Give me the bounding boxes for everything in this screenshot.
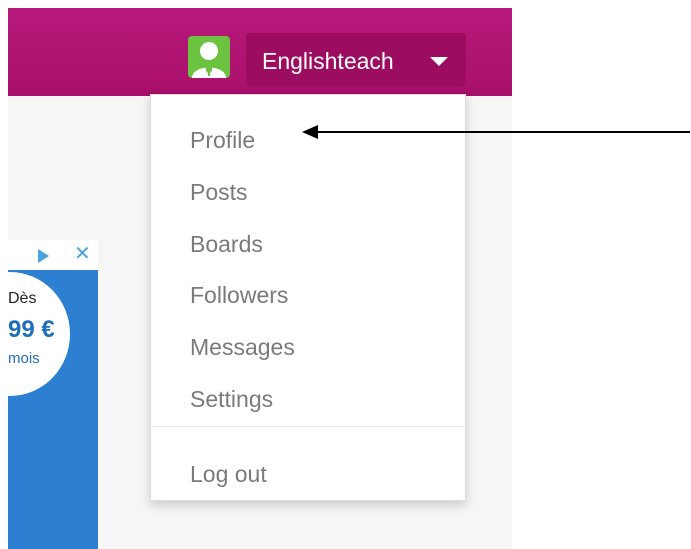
annotation-arrow-icon [302, 125, 690, 139]
